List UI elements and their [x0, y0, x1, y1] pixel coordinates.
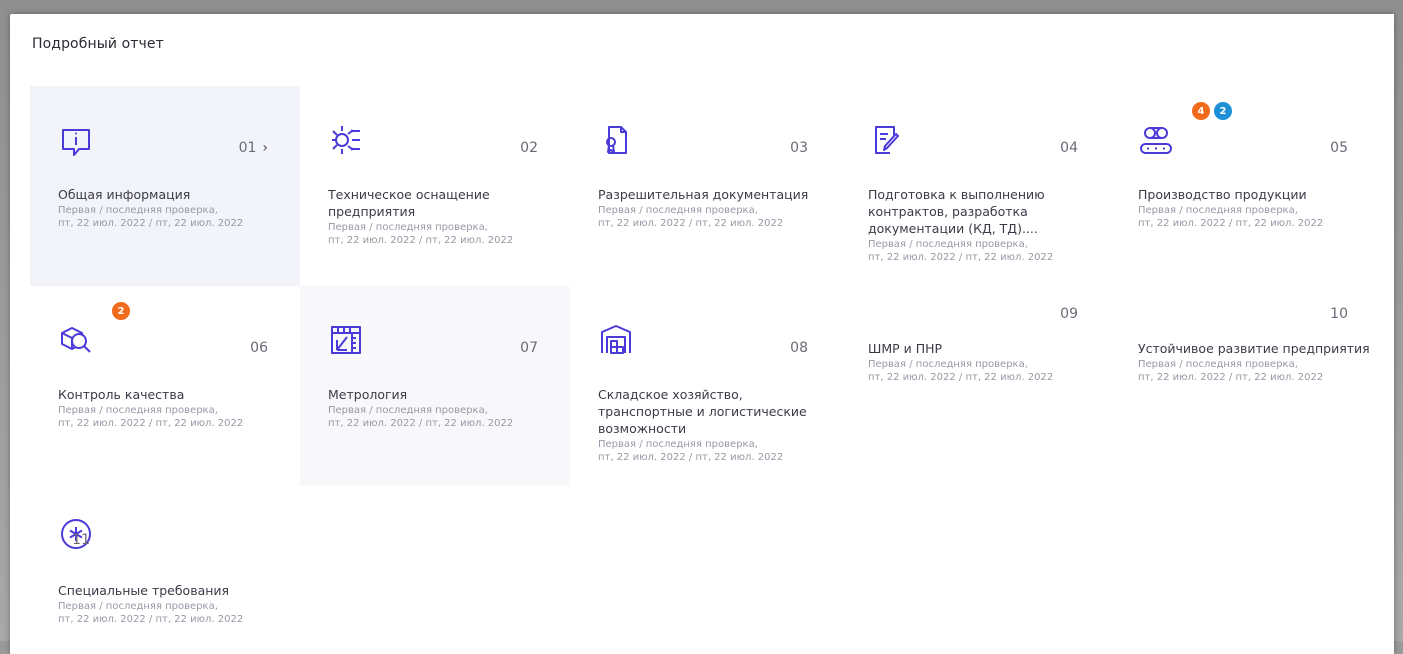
card-meta: Первая / последняя проверка, пт, 22 июл.… [328, 221, 544, 247]
card-title: Производство продукции [1138, 187, 1307, 202]
meta-dates: пт, 22 июл. 2022 / пт, 22 июл. 2022 [868, 252, 1054, 263]
conveyor-icon [1138, 122, 1174, 158]
report-card-06[interactable]: 2 06 Контроль качества Первая / последня… [30, 286, 300, 486]
card-title: Специальные требования [58, 583, 230, 598]
card-meta: Первая / последняя проверка, пт, 22 июл.… [868, 358, 1084, 384]
report-card-02[interactable]: 02 Техническое оснащение предприятия Пер… [300, 86, 570, 286]
card-title: ШМР и ПНР [868, 341, 943, 356]
card-number: 03 [790, 140, 808, 156]
report-card-11[interactable]: 11 Специальные требования Первая / после… [30, 486, 300, 646]
meta-dates: пт, 22 июл. 2022 / пт, 22 июл. 2022 [598, 452, 784, 463]
card-meta: Первая / последняя проверка, пт, 22 июл.… [58, 404, 274, 430]
report-card-04[interactable]: 04 Подготовка к выполнению контрактов, р… [840, 86, 1110, 286]
meta-dates: пт, 22 июл. 2022 / пт, 22 июл. 2022 [868, 372, 1054, 383]
card-name: Общая информация Первая / последняя пров… [58, 186, 274, 230]
count-badge-blue: 2 [1214, 102, 1232, 120]
card-meta: Первая / последняя проверка, пт, 22 июл.… [58, 204, 274, 230]
meta-label: Первая / последняя проверка, [868, 239, 1028, 250]
card-number: 08 [790, 340, 808, 356]
card-name: Производство продукции Первая / последня… [1138, 186, 1354, 230]
notification-badges: 2 [112, 302, 130, 320]
notification-badges: 4 2 [1192, 102, 1232, 120]
meta-label: Первая / последняя проверка, [598, 439, 758, 450]
meta-label: Первая / последняя проверка, [1138, 359, 1298, 370]
meta-label: Первая / последняя проверка, [1138, 205, 1298, 216]
card-name: Метрология Первая / последняя проверка, … [328, 386, 544, 430]
card-title: Устойчивое развитие предприятия [1138, 341, 1370, 356]
meta-dates: пт, 22 июл. 2022 / пт, 22 июл. 2022 [1138, 218, 1324, 229]
card-title: Складское хозяйство, транспортные и логи… [598, 387, 807, 436]
report-card-03[interactable]: 03 Разрешительная документация Первая / … [570, 86, 840, 286]
meta-dates: пт, 22 июл. 2022 / пт, 22 июл. 2022 [598, 218, 784, 229]
meta-dates: пт, 22 июл. 2022 / пт, 22 июл. 2022 [328, 235, 514, 246]
document-edit-icon [868, 122, 904, 158]
card-name: Складское хозяйство, транспортные и логи… [598, 386, 814, 464]
card-meta: Первая / последняя проверка, пт, 22 июл.… [58, 600, 274, 626]
card-number: 11 [72, 532, 90, 548]
info-bubble-icon [58, 124, 94, 160]
report-panel: Подробный отчет 01 › Общая информация Пер… [10, 14, 1394, 654]
card-title: Общая информация [58, 187, 191, 202]
card-number: 07 [520, 340, 538, 356]
card-title: Метрология [328, 387, 408, 402]
card-name: Техническое оснащение предприятия Первая… [328, 186, 544, 247]
report-card-01[interactable]: 01 › Общая информация Первая / последняя … [30, 86, 300, 286]
card-meta: Первая / последняя проверка, пт, 22 июл.… [1138, 358, 1372, 384]
meta-dates: пт, 22 июл. 2022 / пт, 22 июл. 2022 [58, 418, 244, 429]
quality-search-icon [58, 322, 94, 358]
card-number: 01 › [238, 140, 268, 156]
report-card-08[interactable]: 08 Складское хозяйство, транспортные и л… [570, 286, 840, 486]
card-name: Разрешительная документация Первая / пос… [598, 186, 814, 230]
report-card-07[interactable]: 07 Метрология Первая / последняя проверк… [300, 286, 570, 486]
chevron-right-icon: › [262, 140, 268, 156]
permit-document-icon [598, 122, 634, 158]
card-meta: Первая / последняя проверка, пт, 22 июл.… [868, 238, 1084, 264]
count-badge-orange: 4 [1192, 102, 1210, 120]
meta-label: Первая / последняя проверка, [868, 359, 1028, 370]
meta-label: Первая / последняя проверка, [58, 405, 218, 416]
card-name: Контроль качества Первая / последняя про… [58, 386, 274, 430]
gear-network-icon [328, 122, 364, 158]
report-card-09[interactable]: 09 ШМР и ПНР Первая / последняя проверка… [840, 286, 1110, 406]
card-number: 09 [1060, 306, 1078, 322]
card-title: Подготовка к выполнению контрактов, разр… [868, 187, 1045, 236]
ruler-drafting-icon [328, 322, 364, 358]
card-name: Подготовка к выполнению контрактов, разр… [868, 186, 1084, 264]
card-number: 10 [1330, 306, 1348, 322]
card-name: Специальные требования Первая / последня… [58, 582, 274, 626]
card-meta: Первая / последняя проверка, пт, 22 июл.… [328, 404, 544, 430]
card-name: ШМР и ПНР Первая / последняя проверка, п… [868, 340, 1084, 384]
meta-label: Первая / последняя проверка, [58, 601, 218, 612]
warehouse-icon [598, 322, 634, 358]
meta-label: Первая / последняя проверка, [328, 405, 488, 416]
meta-dates: пт, 22 июл. 2022 / пт, 22 июл. 2022 [58, 218, 244, 229]
card-title: Разрешительная документация [598, 187, 809, 202]
meta-label: Первая / последняя проверка, [58, 205, 218, 216]
card-meta: Первая / последняя проверка, пт, 22 июл.… [598, 204, 814, 230]
card-number: 02 [520, 140, 538, 156]
page-title: Подробный отчет [32, 36, 164, 52]
card-title: Контроль качества [58, 387, 185, 402]
card-meta: Первая / последняя проверка, пт, 22 июл.… [1138, 204, 1354, 230]
card-title: Техническое оснащение предприятия [328, 187, 490, 219]
card-number: 06 [250, 340, 268, 356]
count-badge-orange: 2 [112, 302, 130, 320]
report-card-05[interactable]: 4 2 05 Производство продукции Первая / п… [1110, 86, 1380, 286]
card-number: 05 [1330, 140, 1348, 156]
report-card-10[interactable]: 10 Устойчивое развитие предприятия Перва… [1110, 286, 1380, 406]
card-meta: Первая / последняя проверка, пт, 22 июл.… [598, 438, 814, 464]
meta-dates: пт, 22 июл. 2022 / пт, 22 июл. 2022 [1138, 372, 1324, 383]
meta-dates: пт, 22 июл. 2022 / пт, 22 июл. 2022 [58, 614, 244, 625]
meta-dates: пт, 22 июл. 2022 / пт, 22 июл. 2022 [328, 418, 514, 429]
meta-label: Первая / последняя проверка, [328, 222, 488, 233]
window-frame: Подробный отчет 01 › Общая информация Пер… [0, 0, 1403, 654]
card-name: Устойчивое развитие предприятия Первая /… [1138, 340, 1372, 384]
card-number: 04 [1060, 140, 1078, 156]
meta-label: Первая / последняя проверка, [598, 205, 758, 216]
